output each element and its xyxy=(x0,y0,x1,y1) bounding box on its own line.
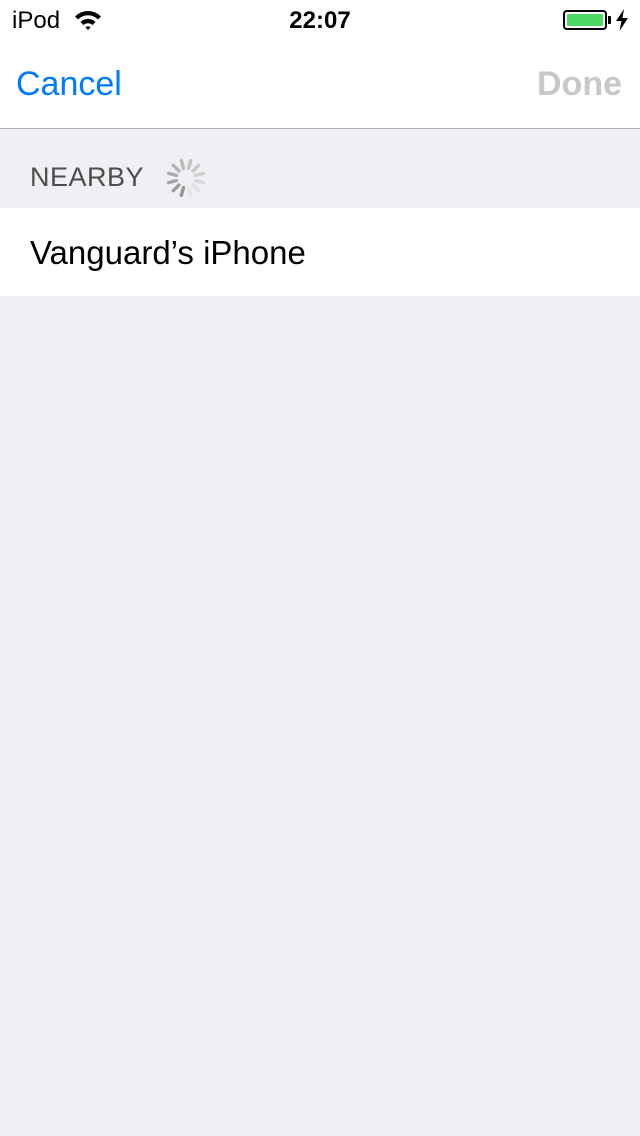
device-row[interactable]: Vanguard’s iPhone xyxy=(0,208,640,296)
clock: 22:07 xyxy=(289,7,351,34)
charging-bolt-icon xyxy=(615,9,629,31)
status-bar: iPod 22:07 xyxy=(0,0,640,40)
navigation-bar: Cancel Done xyxy=(0,40,640,129)
section-title: NEARBY xyxy=(30,162,145,192)
battery-icon xyxy=(563,10,607,30)
cancel-button[interactable]: Cancel xyxy=(16,64,122,104)
nearby-device-list: Vanguard’s iPhone xyxy=(0,208,640,296)
activity-spinner-icon xyxy=(165,157,207,199)
battery-tip xyxy=(608,16,611,24)
done-button[interactable]: Done xyxy=(537,64,622,104)
device-name: Vanguard’s iPhone xyxy=(30,234,306,271)
section-header-nearby: NEARBY xyxy=(0,129,640,208)
battery-level xyxy=(567,14,603,26)
